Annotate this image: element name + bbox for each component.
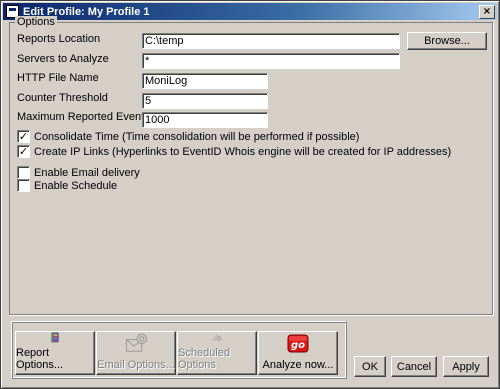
consolidate-time-label: Consolidate Time (Time consolidation wil…: [34, 130, 360, 143]
report-options-button[interactable]: Report Options...: [15, 331, 95, 375]
http-file-name-label: HTTP File Name: [17, 72, 99, 84]
schedule-gear-icon: [212, 334, 222, 342]
create-ip-links-label: Create IP Links (Hyperlinks to EventID W…: [34, 145, 452, 158]
email-options-label: Email Options...: [97, 359, 175, 371]
create-ip-links-checkbox[interactable]: ✓ Create IP Links (Hyperlinks to EventID…: [17, 145, 451, 158]
reports-location-label: Reports Location: [17, 33, 101, 45]
apply-button[interactable]: Apply: [443, 356, 489, 377]
ok-button[interactable]: OK: [354, 356, 386, 377]
servers-to-analyze-label: Servers to Analyze: [17, 53, 109, 65]
scheduled-options-button[interactable]: Scheduled Options: [177, 331, 257, 375]
edit-profile-window: Edit Profile: My Profile 1 × Options Rep…: [0, 0, 500, 389]
servers-to-analyze-field[interactable]: *: [142, 53, 400, 69]
analyze-now-button[interactable]: go Analyze now...: [258, 331, 338, 375]
title-bar[interactable]: Edit Profile: My Profile 1 ×: [3, 3, 497, 20]
go-icon: go: [287, 334, 309, 353]
consolidate-time-check[interactable]: ✓: [17, 130, 30, 143]
enable-schedule-check[interactable]: [17, 179, 30, 192]
window-title: Edit Profile: My Profile 1: [23, 5, 150, 18]
browse-button[interactable]: Browse...: [407, 32, 487, 50]
report-book-icon: [51, 332, 59, 343]
analyze-now-label: Analyze now...: [262, 359, 334, 371]
enable-email-delivery-check[interactable]: [17, 166, 30, 179]
max-reported-events-label: Maximum Reported Events: [17, 111, 150, 123]
max-reported-events-field[interactable]: 1000: [142, 112, 268, 128]
options-group-label: Options: [15, 16, 57, 28]
email-options-button[interactable]: Email Options...: [96, 331, 176, 375]
close-button[interactable]: ×: [479, 4, 495, 19]
cancel-button[interactable]: Cancel: [391, 356, 437, 377]
consolidate-time-checkbox[interactable]: ✓ Consolidate Time (Time consolidation w…: [17, 130, 359, 143]
enable-email-delivery-label: Enable Email delivery: [34, 166, 140, 179]
email-gear-icon: [125, 333, 148, 352]
http-file-name-field[interactable]: MoniLog: [142, 73, 268, 89]
enable-email-delivery-checkbox[interactable]: Enable Email delivery: [17, 166, 140, 179]
scheduled-options-label: Scheduled Options: [178, 347, 230, 371]
create-ip-links-check[interactable]: ✓: [17, 145, 30, 158]
counter-threshold-field[interactable]: 5: [142, 93, 268, 109]
enable-schedule-label: Enable Schedule: [34, 179, 118, 192]
svg-text:go: go: [291, 340, 305, 351]
report-options-label: Report Options...: [16, 347, 64, 371]
counter-threshold-label: Counter Threshold: [17, 92, 108, 104]
enable-schedule-checkbox[interactable]: Enable Schedule: [17, 179, 117, 192]
reports-location-field[interactable]: C:\temp: [142, 33, 400, 49]
